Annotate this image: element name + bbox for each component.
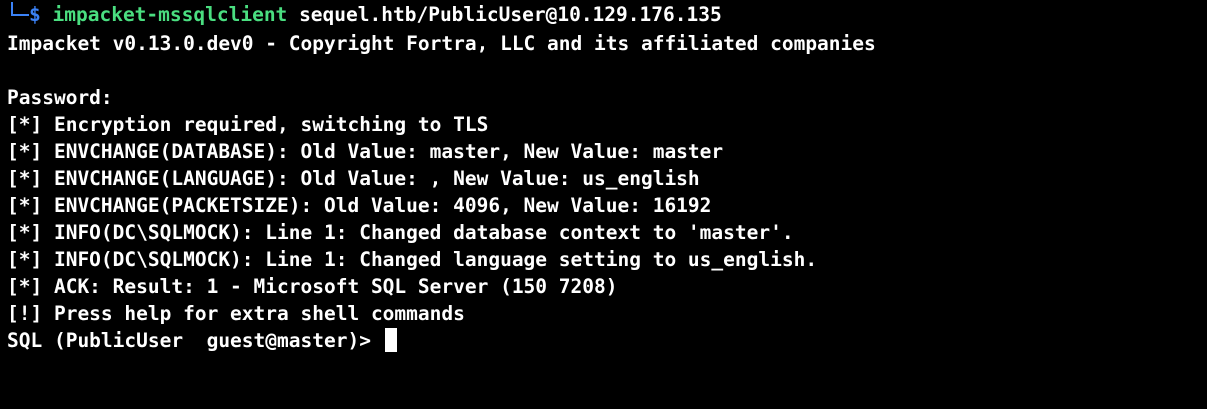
output-line-help: [!] Press help for extra shell commands	[7, 302, 465, 325]
output-line-info-database: [*] INFO(DC\SQLMOCK): Line 1: Changed da…	[7, 221, 794, 244]
output-line-info-language: [*] INFO(DC\SQLMOCK): Line 1: Changed la…	[7, 248, 818, 271]
output-line-envchange-packetsize: [*] ENVCHANGE(PACKETSIZE): Old Value: 40…	[7, 194, 712, 217]
output-line-encryption: [*] Encryption required, switching to TL…	[7, 113, 489, 136]
sql-input-line[interactable]: SQL (PublicUser guest@master)>	[7, 327, 1207, 354]
output-line-envchange-language: [*] ENVCHANGE(LANGUAGE): Old Value: , Ne…	[7, 167, 700, 190]
text-cursor[interactable]	[384, 328, 397, 352]
sql-prompt: SQL (PublicUser guest@master)>	[7, 329, 383, 352]
output-line-envchange-database: [*] ENVCHANGE(DATABASE): Old Value: mast…	[7, 140, 724, 163]
output-line-password: Password:	[7, 86, 113, 109]
output-line-banner: Impacket v0.13.0.dev0 - Copyright Fortra…	[7, 32, 876, 55]
shell-command-line: $ impacket-mssqlclient sequel.htb/Public…	[7, 0, 1207, 30]
terminal-window[interactable]: $ impacket-mssqlclient sequel.htb/Public…	[0, 0, 1207, 409]
command-name: impacket-mssqlclient	[52, 3, 288, 26]
prompt-corner-icon	[11, 2, 29, 16]
prompt-symbol: $	[29, 3, 41, 26]
output-line-ack: [*] ACK: Result: 1 - Microsoft SQL Serve…	[7, 275, 618, 298]
output-line-blank	[7, 57, 1207, 84]
command-args: sequel.htb/PublicUser@10.129.176.135	[299, 3, 722, 26]
